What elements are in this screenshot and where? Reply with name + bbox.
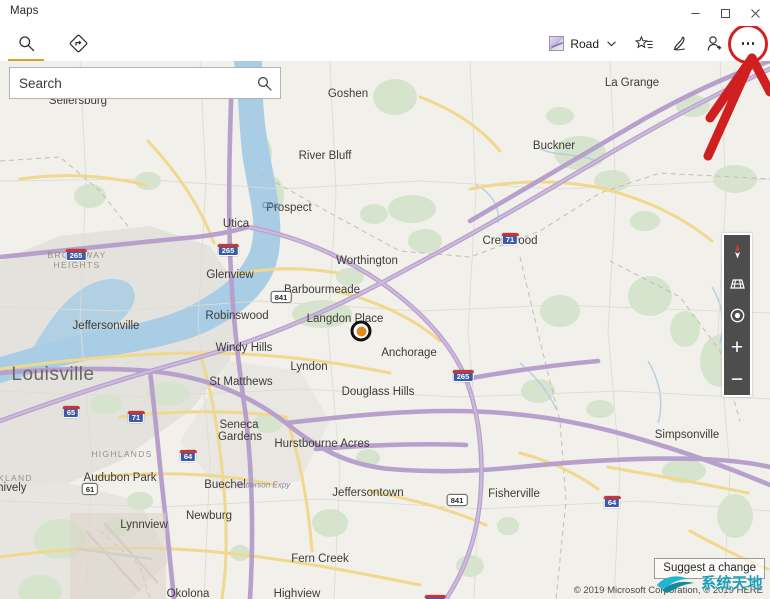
account-button[interactable] — [697, 28, 732, 60]
ellipsis-icon — [746, 42, 750, 45]
close-icon — [750, 8, 760, 18]
maximize-button[interactable] — [710, 0, 740, 26]
suggest-a-change-button[interactable]: Suggest a change — [654, 558, 765, 579]
chevron-down-icon — [607, 39, 616, 49]
title-bar: Maps — [0, 0, 770, 26]
map-style-dropdown[interactable]: Road — [543, 28, 626, 60]
zoom-out-glyph: − — [730, 367, 744, 391]
map-controls-panel: + − — [722, 233, 752, 397]
zoom-in-button[interactable]: + — [722, 331, 752, 363]
map-canvas[interactable]: Sellersburg Goshen La Grange Buckner River B… — [0, 61, 770, 599]
maps-app-window: Sellersburg Goshen La Grange Buckner River B… — [0, 0, 770, 599]
zoom-in-glyph: + — [730, 335, 744, 359]
person-icon — [707, 36, 722, 51]
map-style-label: Road — [570, 36, 599, 51]
ellipsis-icon — [741, 42, 745, 45]
app-title: Maps — [10, 5, 39, 17]
current-location-marker[interactable] — [350, 320, 372, 342]
search-submit-button[interactable] — [248, 68, 280, 98]
window-controls — [680, 0, 770, 26]
minimize-icon — [691, 12, 699, 14]
map-style-thumbnail-icon — [549, 36, 565, 51]
map-base-layer — [0, 61, 770, 599]
directions-icon — [69, 34, 87, 53]
ellipsis-icon — [751, 42, 755, 45]
locate-icon — [730, 308, 744, 322]
search-input[interactable] — [10, 75, 248, 91]
star-favorites-icon — [635, 35, 653, 48]
command-bar-right-buttons: Road — [543, 23, 768, 64]
command-bar-left-tabs — [0, 26, 104, 61]
pen-ink-icon — [673, 36, 685, 51]
tilt-3d-icon — [729, 278, 745, 289]
search-icon — [257, 76, 272, 91]
compass-icon — [734, 243, 740, 258]
compass-north-button[interactable] — [722, 235, 752, 267]
command-bar: Road — [0, 23, 770, 64]
directions-tab[interactable] — [52, 26, 104, 61]
minimize-button[interactable] — [680, 0, 710, 26]
close-button[interactable] — [740, 0, 770, 26]
search-tab-active-indicator — [8, 58, 44, 61]
my-location-button[interactable] — [722, 299, 752, 331]
search-icon — [18, 36, 34, 52]
tilt-3d-button[interactable] — [722, 267, 752, 299]
maximize-icon — [720, 8, 730, 18]
zoom-out-button[interactable]: − — [722, 363, 752, 395]
ink-button[interactable] — [662, 28, 697, 60]
search-box[interactable] — [9, 67, 281, 99]
favorites-button[interactable] — [626, 28, 662, 60]
map-attribution: © 2019 Microsoft Corporation, © 2019 HER… — [573, 585, 763, 596]
search-tab[interactable] — [0, 26, 52, 61]
more-button[interactable] — [728, 23, 768, 64]
